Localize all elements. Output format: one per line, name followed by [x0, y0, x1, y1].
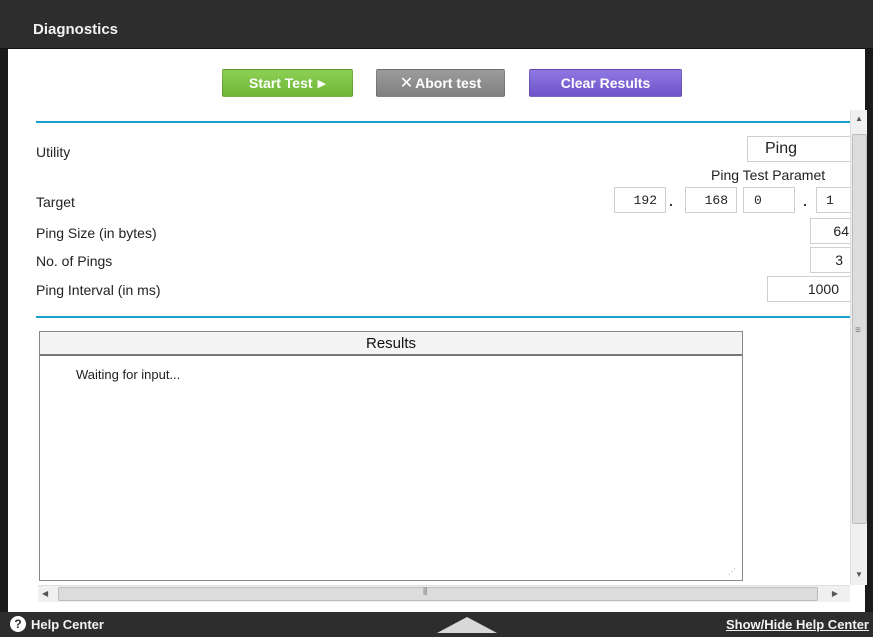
clear-results-button[interactable]: Clear Results — [529, 69, 682, 97]
divider-bottom — [36, 316, 850, 318]
divider-top — [36, 121, 850, 123]
utility-label: Utility — [36, 144, 71, 160]
octet-separator: . — [803, 193, 807, 209]
ping-size-input[interactable]: 64 — [810, 218, 850, 244]
expand-help-tab-icon[interactable] — [437, 617, 497, 633]
show-hide-help-center-link[interactable]: Show/Hide Help Center — [726, 617, 869, 632]
ping-size-label: Ping Size (in bytes) — [36, 225, 157, 241]
help-icon: ? — [10, 616, 26, 632]
num-pings-label: No. of Pings — [36, 253, 113, 269]
target-octet-2-input[interactable]: 168 — [685, 187, 737, 213]
num-pings-input[interactable]: 3 — [810, 247, 850, 273]
resize-grip-icon[interactable]: ⋰ — [728, 567, 736, 576]
utility-select[interactable]: Ping — [747, 136, 850, 162]
vertical-scrollbar[interactable]: ▲ ≡ ▼ — [850, 110, 867, 585]
footer-bar: ? Help Center Show/Hide Help Center — [0, 612, 873, 637]
start-test-label: Start Test — [248, 75, 313, 91]
help-center-link[interactable]: ? Help Center — [10, 616, 104, 632]
results-textarea[interactable]: Results Waiting for input... ⋰ — [39, 331, 743, 581]
octet-separator: . — [669, 193, 673, 209]
utility-value: Ping — [765, 140, 798, 157]
interval-input[interactable]: 1000 — [767, 276, 850, 302]
title-bar: Diagnostics — [0, 0, 873, 49]
help-center-label: Help Center — [31, 616, 104, 632]
target-octet-2-value: 168 — [704, 192, 728, 208]
target-octet-1-value: 192 — [633, 192, 657, 208]
num-pings-value: 3 — [835, 252, 843, 268]
abort-test-label: Abort test — [415, 75, 482, 91]
scroll-left-icon[interactable]: ◀ — [42, 589, 48, 598]
scroll-down-icon[interactable]: ▼ — [855, 570, 863, 579]
interval-label: Ping Interval (in ms) — [36, 282, 161, 298]
scroll-grip-icon: ≡ — [855, 325, 861, 336]
start-test-button[interactable]: Start Test ▶ — [222, 69, 353, 97]
scroll-up-icon[interactable]: ▲ — [855, 114, 863, 123]
ping-test-parameters-heading: Ping Test Paramet — [711, 167, 826, 183]
target-octet-3-input[interactable]: 0 — [743, 187, 795, 213]
window-frame-left — [0, 0, 8, 612]
target-octet-4-input[interactable]: 1 — [816, 187, 850, 213]
results-text: Waiting for input... — [76, 367, 181, 382]
horizontal-scroll-thumb[interactable] — [58, 587, 818, 601]
close-icon: ✕ — [399, 75, 414, 92]
scroll-grip-icon: ⦀ — [423, 587, 428, 598]
clear-results-label: Clear Results — [560, 75, 651, 91]
interval-value: 1000 — [807, 281, 839, 297]
ping-size-value: 64 — [833, 223, 849, 239]
target-octet-4-value: 1 — [826, 192, 834, 208]
play-icon: ▶ — [317, 77, 326, 90]
page-title: Diagnostics — [33, 21, 119, 38]
target-octet-1-input[interactable]: 192 — [614, 187, 666, 213]
abort-test-button[interactable]: ✕ Abort test — [376, 69, 505, 97]
scroll-right-icon[interactable]: ▶ — [832, 589, 838, 598]
target-octet-3-value: 0 — [754, 192, 762, 208]
results-header: Results — [40, 332, 742, 356]
target-label: Target — [36, 194, 75, 210]
horizontal-scrollbar[interactable]: ◀ ⦀ ▶ — [38, 585, 850, 602]
diagnostics-panel: Utility Ping Ping Test Paramet Target 19… — [8, 110, 850, 585]
